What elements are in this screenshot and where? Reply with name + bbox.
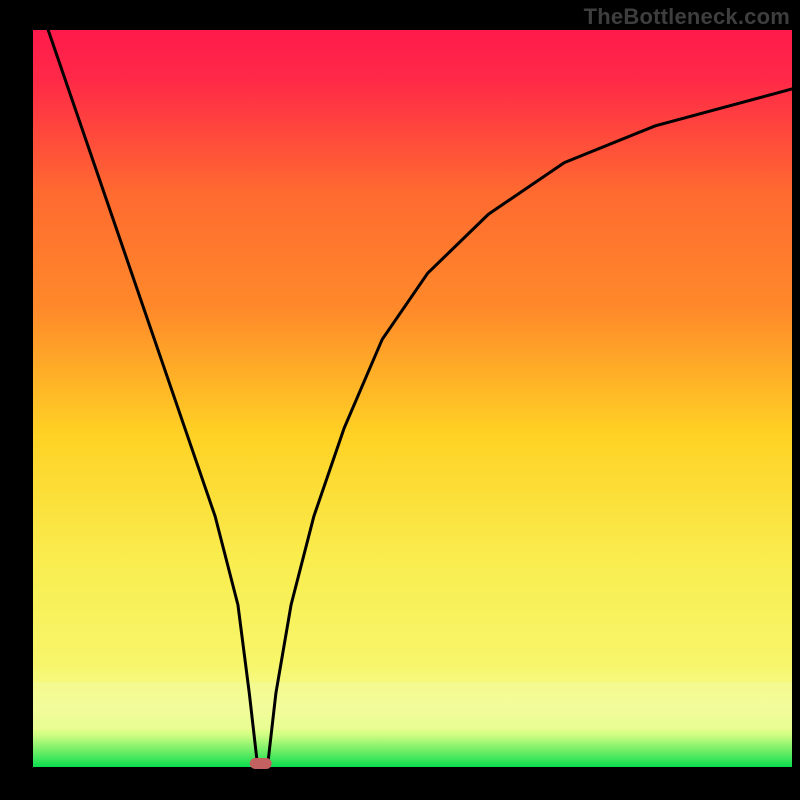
plot-background [33, 30, 792, 767]
watermark-text: TheBottleneck.com [584, 4, 790, 30]
chart-frame: TheBottleneck.com [0, 0, 800, 800]
valley-marker [250, 758, 272, 769]
chart-canvas [0, 0, 800, 800]
highlight-band [33, 682, 792, 730]
